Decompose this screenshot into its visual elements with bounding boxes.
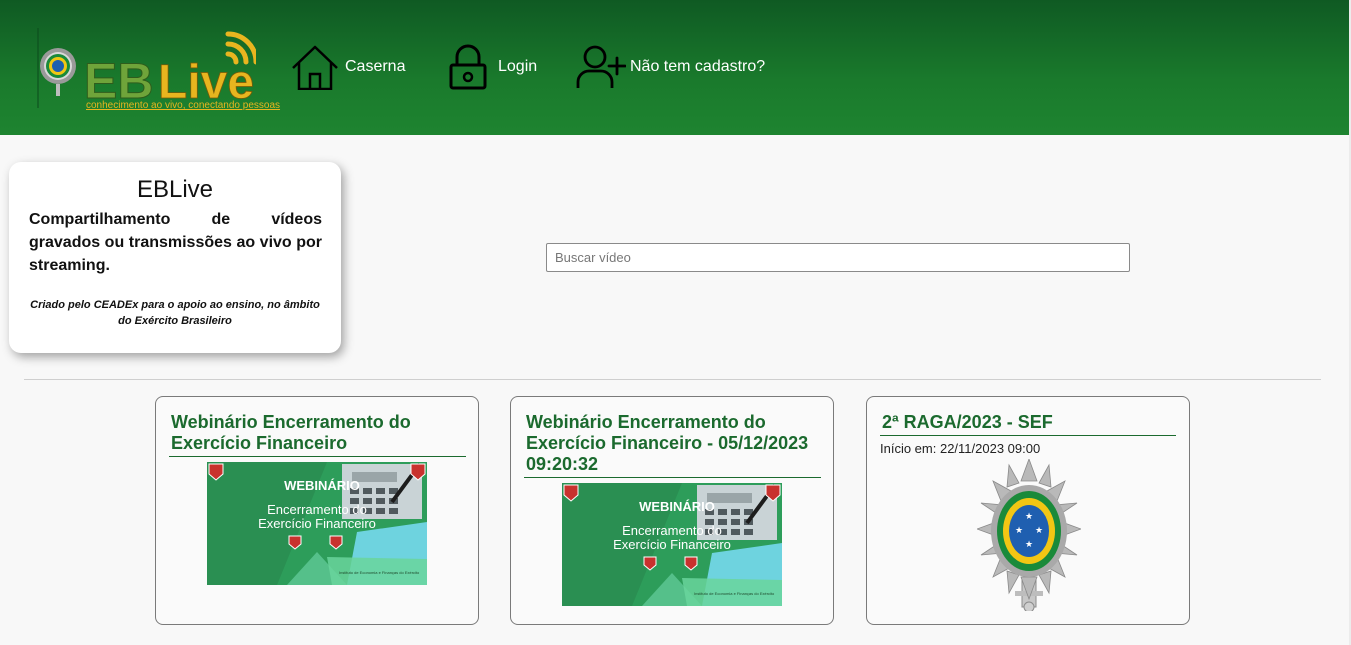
nav-login-label: Login	[498, 58, 538, 75]
svg-text:★: ★	[1025, 512, 1033, 522]
video-card[interactable]: 2ª RAGA/2023 - SEF Início em: 22/11/2023…	[866, 396, 1190, 625]
home-icon	[292, 45, 338, 90]
video-thumbnail[interactable]: ★ ★ ★ ★	[975, 457, 1083, 613]
about-description: Compartilhamento de vídeos gravados ou t…	[29, 211, 322, 274]
search-input[interactable]	[546, 243, 1130, 272]
nav-register[interactable]: Não tem cadastro?	[576, 44, 765, 90]
title-underline	[880, 435, 1176, 436]
video-card[interactable]: Webinário Encerramento do Exercício Fina…	[155, 396, 479, 625]
thumb-line1: Encerramento do	[267, 502, 367, 517]
svg-text:★: ★	[1015, 526, 1023, 536]
video-thumbnail[interactable]: WEBINÁRIO Encerramento do Exercício Fina…	[562, 483, 782, 606]
user-plus-icon	[576, 45, 626, 88]
thumb-footer: Instituto de Economia e Finanças do Exér…	[694, 591, 775, 596]
section-divider	[24, 379, 1321, 380]
video-start-time: Início em: 22/11/2023 09:00	[880, 441, 1041, 456]
svg-text:★: ★	[1025, 540, 1033, 550]
about-credit: Criado pelo CEADEx para o apoio ao ensin…	[30, 299, 320, 327]
video-card[interactable]: Webinário Encerramento do Exercício Fina…	[510, 396, 834, 625]
header-bar: EB Live conhecimento ao vivo, conectando…	[0, 0, 1349, 135]
video-title: Webinário Encerramento do Exercício Fina…	[526, 412, 809, 474]
thumb-line1: Encerramento do	[622, 523, 722, 538]
nav-login[interactable]: Login	[448, 44, 537, 90]
nav-register-label: Não tem cadastro?	[630, 58, 766, 75]
eblive-logo[interactable]: EB Live conhecimento ao vivo, conectando…	[36, 26, 280, 120]
army-emblem-icon: ★ ★ ★ ★	[975, 457, 1083, 613]
video-title: 2ª RAGA/2023 - SEF	[882, 412, 1053, 432]
lock-icon	[449, 44, 487, 90]
thumb-heading: WEBINÁRIO	[284, 478, 360, 493]
nav-caserna[interactable]: Caserna	[290, 44, 405, 90]
thumb-line2: Exercício Financeiro	[613, 537, 731, 552]
logo-tagline: conhecimento ao vivo, conectando pessoas	[86, 100, 281, 111]
video-thumbnail[interactable]: WEBINÁRIO Encerramento do Exercício Fina…	[207, 462, 427, 585]
about-card: EBLive Compartilhamento de vídeos gravad…	[9, 162, 341, 353]
thumb-heading: WEBINÁRIO	[639, 499, 715, 514]
thumb-line2: Exercício Financeiro	[258, 516, 376, 531]
svg-text:★: ★	[1035, 526, 1043, 536]
about-title: EBLive	[136, 176, 214, 203]
video-title: Webinário Encerramento do Exercício Fina…	[171, 412, 411, 453]
nav-caserna-label: Caserna	[345, 58, 406, 75]
title-underline	[169, 456, 466, 457]
title-underline	[524, 477, 821, 478]
thumb-footer: Instituto de Economia e Finanças do Exér…	[339, 570, 420, 575]
